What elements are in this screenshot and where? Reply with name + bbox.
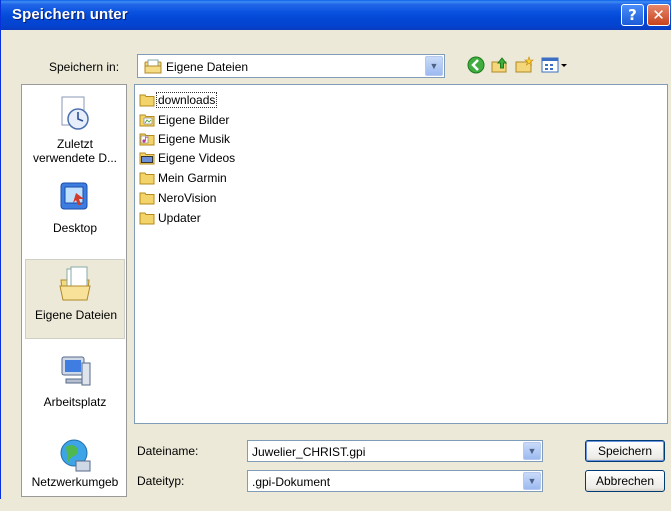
folder-icon [139,172,155,185]
save-button[interactable]: Speichern [585,440,665,462]
list-item[interactable]: Mein Garmin [139,169,228,187]
desktop-icon [58,179,92,220]
filetype-select[interactable]: .gpi-Dokument ▼ [247,470,543,492]
close-button[interactable]: ✕ [647,4,670,26]
filetype-value: .gpi-Dokument [252,475,331,489]
chevron-down-icon[interactable]: ▼ [523,442,541,460]
my-documents-small-icon [144,59,162,77]
videos-folder-icon [139,152,155,165]
file-name: Eigene Videos [158,151,236,165]
place-recent[interactable]: Zuletzt verwendete D... [25,89,125,169]
file-name: Eigene Musik [158,132,231,146]
folder-icon [139,192,155,205]
save-in-label: Speichern in: [49,60,120,74]
place-label: Desktop [52,221,98,235]
filename-label: Dateiname: [137,444,199,458]
place-label: Eigene Dateien [34,308,118,322]
file-name: NeroVision [158,191,217,205]
file-name: Eigene Bilder [158,113,230,127]
place-label: Arbeitsplatz [43,395,107,409]
my-documents-icon [59,266,93,307]
place-network[interactable]: Netzwerkumgeb [25,431,125,511]
up-folder-icon[interactable] [491,56,509,77]
dialog-title: Speichern unter [12,6,128,23]
filetype-label: Dateityp: [137,474,185,488]
recent-icon [58,95,92,136]
close-icon: ✕ [652,6,665,24]
cancel-button[interactable]: Abbrechen [585,470,665,492]
folder-icon [139,94,155,107]
save-in-dropdown[interactable]: Eigene Dateien ▼ [137,54,445,78]
filename-input[interactable]: Juwelier_CHRIST.gpi ▼ [247,440,543,462]
filename-value: Juwelier_CHRIST.gpi [252,445,366,459]
place-desktop[interactable]: Desktop [25,173,125,253]
chevron-down-icon[interactable]: ▼ [523,472,541,490]
list-item[interactable]: NeroVision [139,189,217,207]
help-button[interactable]: ? [621,4,644,26]
place-label: Netzwerkumgeb [31,475,119,489]
file-list[interactable]: downloads Eigene Bilder Eigene Musik Eig… [134,84,668,424]
pictures-folder-icon [139,114,155,127]
file-name: Updater [158,211,201,225]
title-bar[interactable]: Speichern unter ? ✕ [1,0,671,30]
back-icon[interactable] [467,56,485,77]
place-label: Zuletzt verwendete D... [32,137,118,165]
places-bar: Zuletzt verwendete D... Desktop Eigene D… [21,84,127,497]
file-name: Mein Garmin [158,171,227,185]
list-item[interactable]: downloads [139,91,218,109]
new-folder-icon[interactable] [515,56,535,77]
save-as-dialog: Speichern unter ? ✕ Speichern in: Eigene… [0,0,671,499]
list-item[interactable]: Eigene Videos [139,149,236,167]
place-my-computer[interactable]: Arbeitsplatz [25,347,125,427]
music-folder-icon [139,133,155,146]
computer-icon [58,353,92,394]
list-item[interactable]: Eigene Musik [139,130,231,148]
file-name: downloads [155,92,218,108]
folder-icon [139,212,155,225]
save-in-value: Eigene Dateien [166,60,249,74]
list-item[interactable]: Eigene Bilder [139,111,230,129]
help-icon: ? [628,6,637,24]
list-item[interactable]: Updater [139,209,202,227]
place-my-documents[interactable]: Eigene Dateien [25,259,125,339]
chevron-down-icon[interactable]: ▼ [425,56,443,76]
view-menu-icon[interactable] [541,56,569,77]
network-icon [58,437,92,478]
